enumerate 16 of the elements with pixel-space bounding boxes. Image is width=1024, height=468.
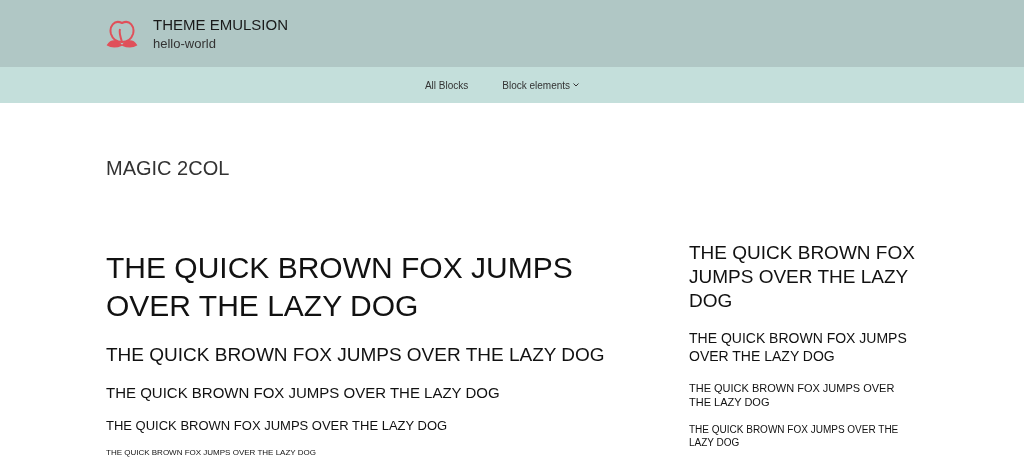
page-title: MAGIC 2COL — [106, 156, 231, 181]
heading: THE QUICK BROWN FOX JUMPS OVER THE LAZY DOG — [689, 329, 908, 365]
peach-logo-icon — [106, 18, 138, 49]
heading: THE QUICK BROWN FOX JUMPS OVER THE LAZY DOG — [106, 250, 574, 324]
heading: THE QUICK BROWN FOX JUMPS OVER THE LAZY DOG — [106, 417, 449, 435]
heading: THE QUICK BROWN FOX JUMPS OVER THE LAZY DOG — [689, 423, 900, 449]
heading: THE QUICK BROWN FOX JUMPS OVER THE LAZY DOG — [106, 448, 317, 458]
nav-dropdown[interactable]: Block elements — [502, 77, 580, 93]
heading: THE QUICK BROWN FOX JUMPS OVER THE LAZY DOG — [106, 343, 606, 367]
site-subtitle: hello-world — [153, 34, 217, 53]
site-title[interactable]: THEME EMULSION — [153, 14, 288, 35]
heading: THE QUICK BROWN FOX JUMPS OVER THE LAZY DOG — [106, 383, 501, 403]
chevron-down-icon — [573, 83, 580, 87]
heading: THE QUICK BROWN FOX JUMPS OVER THE LAZY DOG — [689, 241, 916, 313]
nav-link[interactable]: All Blocks — [424, 77, 469, 93]
heading: THE QUICK BROWN FOX JUMPS OVER THE LAZY DOG — [689, 381, 896, 409]
